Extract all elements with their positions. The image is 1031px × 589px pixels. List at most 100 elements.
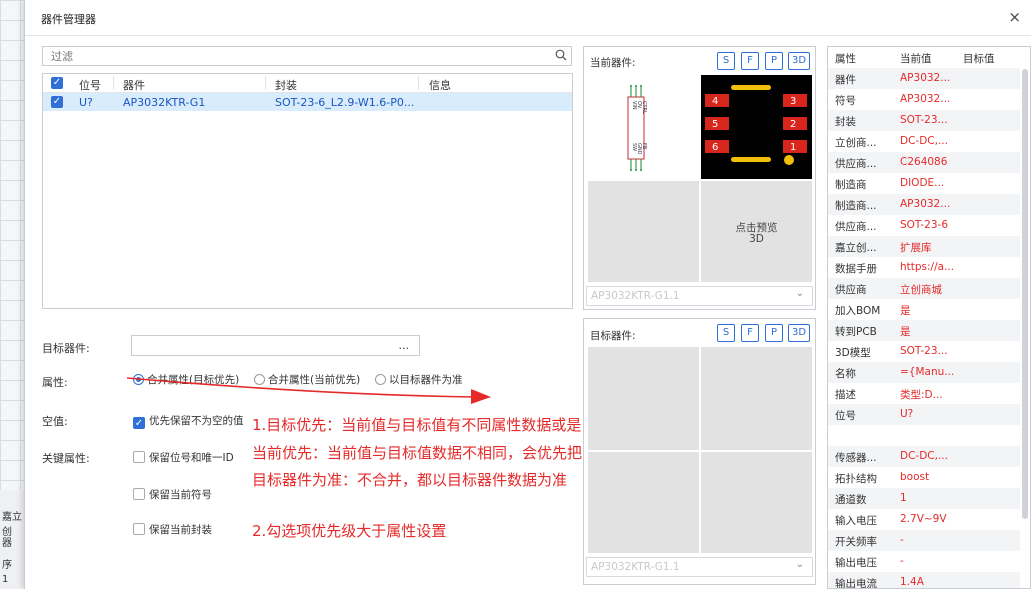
- property-key: 开关频率: [835, 536, 877, 548]
- filter-field[interactable]: [42, 46, 572, 66]
- property-row[interactable]: 制造商... AP3032...: [828, 194, 1020, 215]
- footprint-view-button[interactable]: F: [741, 52, 759, 70]
- property-key: 数据手册: [835, 263, 877, 275]
- property-row[interactable]: 位号 U?: [828, 404, 1020, 425]
- symbol-preview[interactable]: VIN OV CTRL SW GND FB: [588, 75, 699, 179]
- property-key: 描述: [835, 389, 856, 401]
- property-row[interactable]: 数据手册 https://a...: [828, 257, 1020, 278]
- property-row[interactable]: 名称 ={Manu...: [828, 362, 1020, 383]
- keep-current-symbol-checkbox[interactable]: 保留当前符号: [133, 487, 212, 502]
- footprint-preview[interactable]: 4 3 5 2 6 1: [701, 75, 812, 179]
- target-pcb-button[interactable]: P: [765, 324, 783, 342]
- property-key: 输入电压: [835, 515, 877, 527]
- close-icon[interactable]: ×: [1008, 8, 1021, 26]
- search-icon[interactable]: [555, 49, 567, 64]
- target-3d-button[interactable]: 3D: [788, 324, 810, 342]
- target-device-input[interactable]: ...: [131, 335, 420, 356]
- property-row[interactable]: 供应商... SOT-23-6: [828, 215, 1020, 236]
- property-key: 输出电压: [835, 557, 877, 569]
- property-key: 位号: [835, 410, 856, 422]
- property-key: 封装: [835, 116, 856, 128]
- chevron-down-icon: ⌄: [795, 559, 804, 570]
- current-device-label: 当前器件:: [590, 57, 636, 69]
- pad-label: 5: [712, 119, 718, 130]
- property-key: 器件: [835, 74, 856, 86]
- property-key: 3D模型: [835, 347, 871, 359]
- checkbox-label: 保留位号和唯一ID: [149, 452, 234, 464]
- keep-non-empty-checkbox[interactable]: ✓ 优先保留不为空的值: [133, 413, 244, 429]
- filter-input[interactable]: [43, 47, 543, 65]
- property-row[interactable]: 符号 AP3032...: [828, 89, 1020, 110]
- property-row[interactable]: 加入BOM 是: [828, 299, 1020, 320]
- pad-label: 1: [790, 142, 796, 153]
- current-device-select[interactable]: AP3032KTR-G1.1 ⌄: [586, 286, 813, 306]
- prop-col-target: 目标值: [963, 53, 995, 65]
- table-row[interactable]: ✓ U? AP3032KTR-G1 SOT-23-6_L2.9-W1.6-P0.…: [43, 93, 572, 111]
- target-symbol-button[interactable]: S: [717, 324, 735, 342]
- target-device-select[interactable]: AP3032KTR-G1.1 ⌄: [586, 557, 813, 577]
- row-checkbox[interactable]: ✓: [51, 96, 63, 108]
- property-row[interactable]: 3D模型 SOT-23...: [828, 341, 1020, 362]
- dialog-titlebar: 器件管理器 ×: [25, 0, 1031, 36]
- property-row[interactable]: 器件 AP3032...: [828, 68, 1020, 89]
- symbol-view-button[interactable]: S: [717, 52, 735, 70]
- target-symbol-preview[interactable]: [588, 347, 699, 450]
- property-current-value: -: [900, 534, 904, 546]
- property-row[interactable]: 通道数 1: [828, 488, 1020, 509]
- property-current-value: 1.4A: [900, 576, 924, 588]
- property-key: 供应商: [835, 284, 867, 296]
- symbol-graphic: VIN OV CTRL SW GND FB: [627, 85, 647, 171]
- 3d-view-button[interactable]: 3D: [788, 52, 810, 70]
- property-row[interactable]: 封装 SOT-23...: [828, 110, 1020, 131]
- prop-col-current: 当前值: [900, 53, 932, 65]
- property-row[interactable]: 开关频率 -: [828, 530, 1020, 551]
- strip-label-3: 序: [2, 560, 12, 571]
- row-device: AP3032KTR-G1: [123, 96, 206, 109]
- property-current-value: 2.7V~9V: [900, 513, 947, 525]
- property-key: 立创商...: [835, 137, 877, 149]
- empty-value-label: 空值:: [42, 415, 68, 428]
- property-row[interactable]: [828, 425, 1020, 446]
- property-row[interactable]: 描述 类型:D...: [828, 383, 1020, 404]
- property-current-value: AP3032...: [900, 198, 951, 210]
- property-current-value: DC-DC,...: [900, 450, 948, 462]
- properties-scrollbar[interactable]: [1022, 69, 1028, 519]
- browse-button[interactable]: ...: [399, 339, 410, 352]
- pcb-preview[interactable]: [588, 181, 699, 282]
- property-key: 加入BOM: [835, 305, 881, 317]
- property-current-value: DC-DC,...: [900, 135, 948, 147]
- property-row[interactable]: 转到PCB 是: [828, 320, 1020, 341]
- property-row[interactable]: 拓扑结构 boost: [828, 467, 1020, 488]
- property-row[interactable]: 制造商 DIODE...: [828, 173, 1020, 194]
- property-row[interactable]: 输出电流 1.4A: [828, 572, 1020, 588]
- property-row[interactable]: 输入电压 2.7V~9V: [828, 509, 1020, 530]
- property-row[interactable]: 立创商... DC-DC,...: [828, 131, 1020, 152]
- property-current-value: U?: [900, 408, 914, 420]
- property-current-value: boost: [900, 471, 930, 483]
- annotation-arrow: [126, 377, 491, 404]
- property-row[interactable]: 供应商... C264086: [828, 152, 1020, 173]
- property-key: 符号: [835, 95, 856, 107]
- target-pcb-preview[interactable]: [588, 452, 699, 553]
- 3d-preview[interactable]: 点击预览 3D: [701, 181, 812, 282]
- property-row[interactable]: 供应商 立创商城: [828, 278, 1020, 299]
- property-current-value: 1: [900, 492, 907, 504]
- 3d-preview-label[interactable]: 点击预览 3D: [701, 223, 812, 245]
- select-all-checkbox[interactable]: ✓: [51, 77, 63, 89]
- keep-current-footprint-checkbox[interactable]: 保留当前封装: [133, 522, 212, 537]
- row-footprint: SOT-23-6_L2.9-W1.6-P0....: [275, 96, 415, 109]
- keep-designator-id-checkbox[interactable]: 保留位号和唯一ID: [133, 450, 234, 465]
- property-row[interactable]: 输出电压 -: [828, 551, 1020, 572]
- property-row[interactable]: 传感器... DC-DC,...: [828, 446, 1020, 467]
- property-row[interactable]: 嘉立创... 扩展库: [828, 236, 1020, 257]
- property-current-value: SOT-23...: [900, 345, 948, 357]
- target-device-panel-label: 目标器件:: [590, 330, 636, 342]
- checkbox-box: [133, 523, 145, 535]
- pcb-view-button[interactable]: P: [765, 52, 783, 70]
- checkbox-label: 优先保留不为空的值: [149, 415, 244, 427]
- target-footprint-preview[interactable]: [701, 347, 812, 450]
- property-key: 供应商...: [835, 158, 877, 170]
- target-footprint-button[interactable]: F: [741, 324, 759, 342]
- target-3d-preview[interactable]: [701, 452, 812, 553]
- checkbox-box: [133, 488, 145, 500]
